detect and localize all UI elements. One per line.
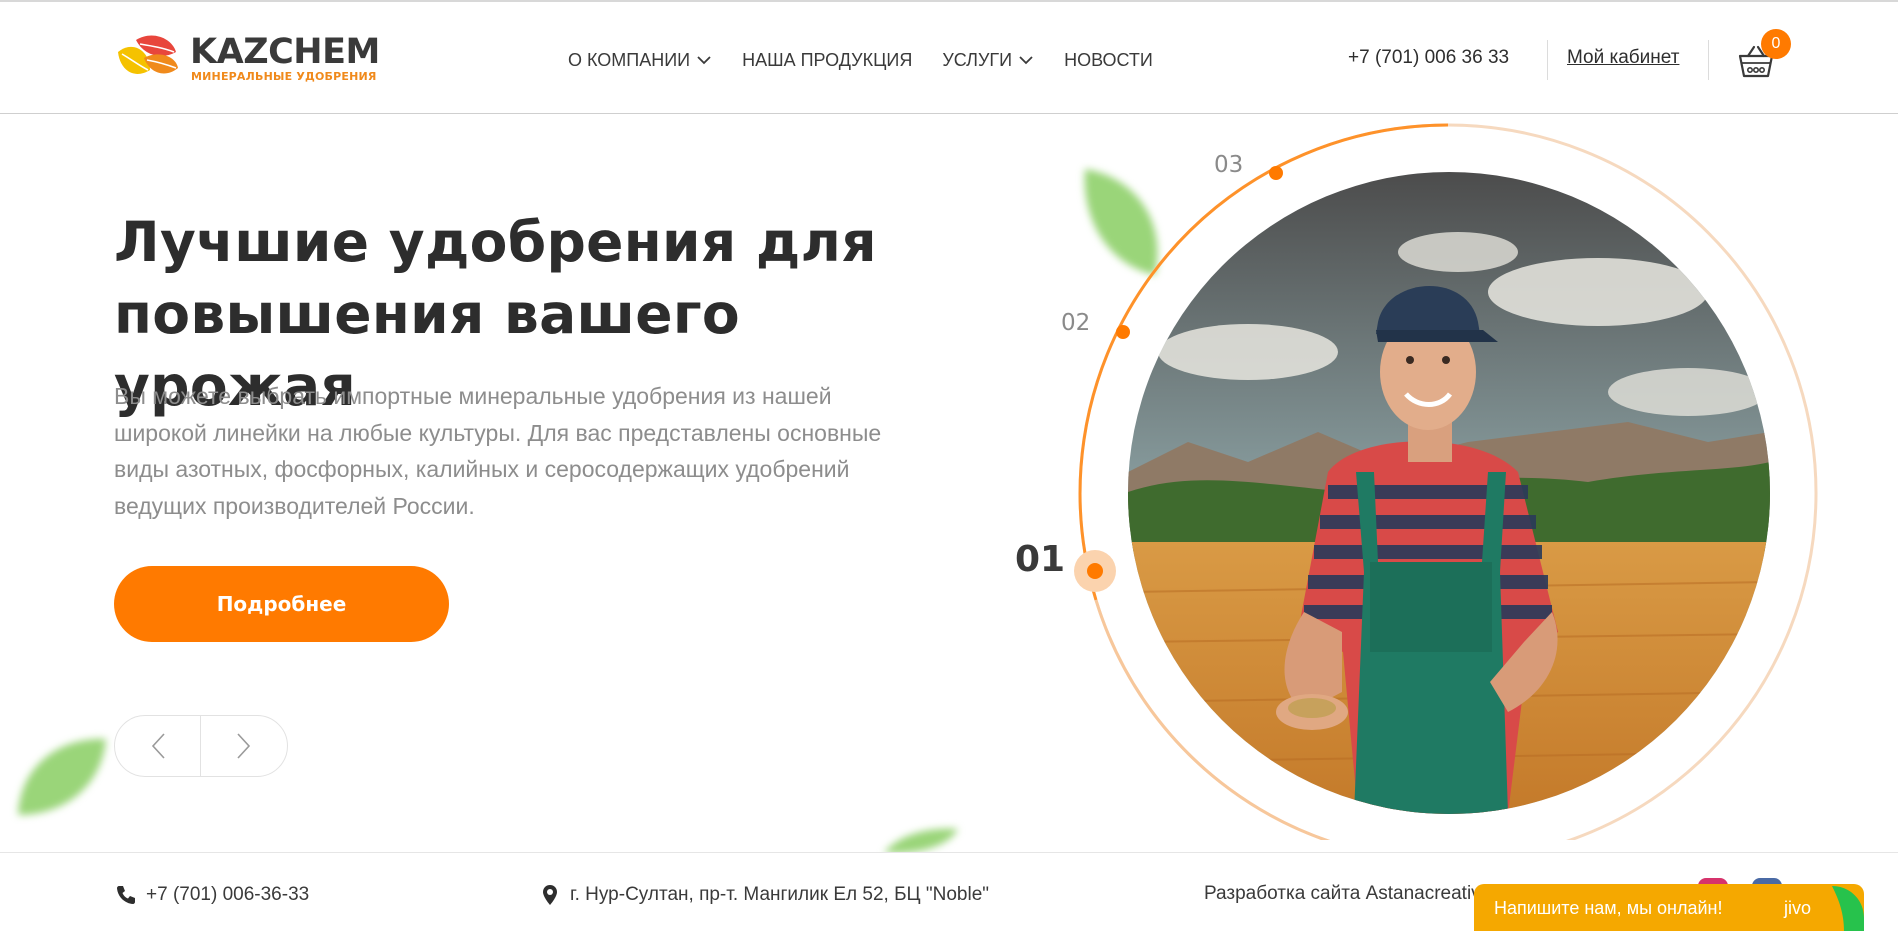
logo-tagline: МИНЕРАЛЬНЫЕ УДОБРЕНИЯ: [191, 70, 377, 83]
main-nav: О КОМПАНИИ НАША ПРОДУКЦИЯ УСЛУГИ НОВОСТИ: [568, 48, 1153, 72]
footer-developer-text: Разработка сайта Astanacreativ: [1204, 883, 1481, 904]
nav-item-label: О КОМПАНИИ: [568, 49, 691, 70]
step-dot-02: [1116, 325, 1130, 339]
leaf-decoration: [884, 828, 958, 854]
divider: [1708, 40, 1709, 80]
site-header: KAZCHEM МИНЕРАЛЬНЫЕ УДОБРЕНИЯ О КОМПАНИИ…: [0, 2, 1898, 114]
slider-nav: [114, 715, 288, 777]
chevron-down-icon: [697, 56, 711, 65]
leaf-decoration: [18, 738, 106, 815]
chevron-right-icon: [237, 733, 251, 759]
chevron-left-icon: [151, 733, 165, 759]
footer-address-text: г. Нур-Султан, пр-т. Мангилик Ел 52, БЦ …: [570, 884, 990, 905]
cart-count-badge: 0: [1761, 29, 1791, 59]
divider: [1547, 40, 1548, 80]
footer-address: г. Нур-Султан, пр-т. Мангилик Ел 52, БЦ …: [538, 883, 989, 907]
slide-step-02[interactable]: 02: [1061, 310, 1090, 336]
logo-name: KAZCHEM: [190, 32, 380, 72]
slide-step-03[interactable]: 03: [1214, 152, 1243, 178]
nav-item-news[interactable]: НОВОСТИ: [1064, 50, 1153, 71]
header-phone[interactable]: +7 (701) 006 36 33: [1348, 47, 1509, 69]
chat-widget-label: Напишите нам, мы онлайн!: [1494, 898, 1723, 918]
nav-item-services[interactable]: УСЛУГИ: [942, 50, 1034, 71]
chat-status-icon: [1832, 886, 1864, 931]
nav-item-products[interactable]: НАША ПРОДУКЦИЯ: [742, 50, 912, 71]
phone-icon: [117, 886, 135, 904]
nav-item-label: НАША ПРОДУКЦИЯ: [742, 49, 913, 70]
logo-leaves-icon: [118, 35, 178, 74]
location-pin-icon: [543, 885, 557, 905]
slider-next-button[interactable]: [201, 716, 287, 776]
hero-farmer-image: [1128, 172, 1770, 814]
footer-phone: +7 (701) 006-36-33: [146, 884, 310, 905]
hero-description: Вы можете выбрать импортные минеральные …: [114, 383, 882, 519]
footer-developer-link[interactable]: Разработка сайта Astanacreativ: [1204, 883, 1481, 905]
logo[interactable]: KAZCHEM МИНЕРАЛЬНЫЕ УДОБРЕНИЯ: [114, 32, 380, 88]
chevron-down-icon: [1019, 56, 1033, 65]
farmer-illustration: [1128, 172, 1770, 814]
more-button[interactable]: Подробнее: [114, 566, 449, 642]
slider-prev-button[interactable]: [115, 716, 201, 776]
nav-item-label: УСЛУГИ: [942, 49, 1013, 70]
chat-brand: jivo: [1784, 898, 1812, 918]
account-link[interactable]: Мой кабинет: [1567, 47, 1679, 69]
slide-step-01[interactable]: 01: [1015, 539, 1065, 580]
step-dot-01: [1087, 563, 1103, 579]
nav-item-about[interactable]: О КОМПАНИИ: [568, 50, 712, 71]
step-dot-03: [1269, 166, 1283, 180]
footer-phone-link[interactable]: +7 (701) 006-36-33: [114, 883, 309, 907]
nav-item-label: НОВОСТИ: [1064, 49, 1153, 70]
chat-widget[interactable]: Напишите нам, мы онлайн! jivo: [1474, 884, 1864, 931]
